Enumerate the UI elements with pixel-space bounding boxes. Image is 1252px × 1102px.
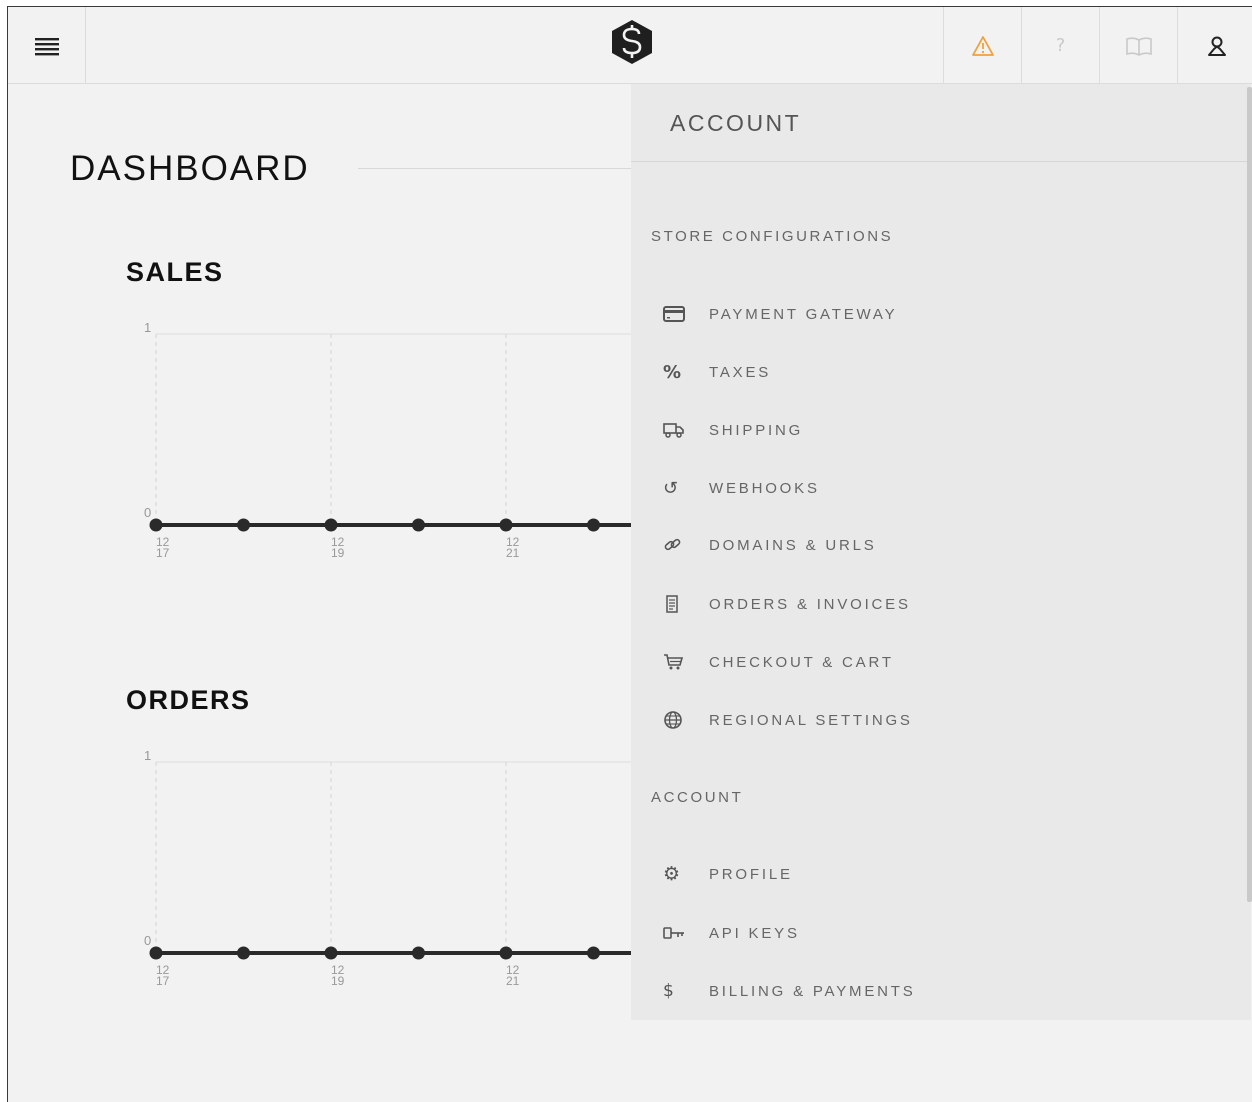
user-icon [1207,36,1226,56]
warning-button[interactable] [943,7,1021,84]
sales-title: SALES [126,257,224,287]
sales-chart: 10121712191221 [144,320,648,557]
page-title: DASHBOARD [70,149,310,188]
cart-icon [664,654,684,670]
orders-title: ORDERS [126,685,251,715]
percent-icon: % [663,361,682,383]
account-panel: ACCOUNT STORE CONFIGURATIONS PAYMENT GAT… [631,84,1251,1020]
menu-item-billing-payments[interactable]: $ BILLING & PAYMENTS [663,975,1163,1007]
menu-item-label: ORDERS & INVOICES [709,595,911,613]
menu-item-webhooks[interactable]: ↺ WEBHOOKS [663,472,1163,504]
y-tick-label: 1 [144,748,151,763]
app-window: ? DASHBOARD SALES 1 0 12 17 12 19 12 21 ORDERS … [7,6,1252,1102]
help-button[interactable]: ? [1021,7,1099,84]
x-tick-label: 19 [331,546,345,557]
data-point [324,518,338,532]
globe-icon [664,711,682,729]
menu-item-label: REGIONAL SETTINGS [709,711,913,729]
account-panel-title: ACCOUNT [670,110,802,136]
orders-chart: 10121712191221 [144,748,648,985]
menu-item-label: API KEYS [709,924,800,942]
book-icon [1125,36,1152,56]
y-tick-label: 0 [144,505,151,520]
dollar-icon: $ [663,981,674,1001]
data-point [324,946,338,960]
data-point [149,518,163,532]
link-icon [664,538,681,551]
top-bar: ? [8,7,1252,84]
data-point [587,518,600,532]
menu-item-api-keys[interactable]: API KEYS [663,917,1163,949]
data-point [587,946,600,960]
menu-item-label: DOMAINS & URLS [709,536,877,554]
cog-icon: ⚙ [663,863,681,885]
data-point [237,518,250,532]
panel-scrollbar[interactable] [1247,87,1252,902]
menu-item-label: SHIPPING [709,421,804,439]
x-tick-label: 17 [156,974,170,985]
x-tick-label: 17 [156,546,170,557]
account-heading: ACCOUNT [651,789,744,806]
menu-item-label: TAXES [709,363,772,381]
hamburger-icon [34,37,59,55]
menu-button[interactable] [8,7,86,84]
y-tick-label: 1 [144,320,151,335]
data-point [412,946,425,960]
docs-button[interactable] [1099,7,1177,84]
x-tick-label: 21 [506,974,520,985]
title-divider [358,168,648,169]
menu-item-payment-gateway[interactable]: PAYMENT GATEWAY [663,298,1163,330]
menu-item-profile[interactable]: ⚙ PROFILE [663,858,1163,890]
data-point [499,946,513,960]
help-icon: ? [1055,35,1066,56]
account-panel-header: ACCOUNT [631,84,1251,162]
menu-item-taxes[interactable]: % TAXES [663,356,1163,388]
warning-icon [971,35,994,56]
menu-item-checkout-cart[interactable]: CHECKOUT & CART [663,646,1163,678]
credit-card-icon [663,306,685,322]
menu-item-shipping[interactable]: SHIPPING [663,414,1163,446]
data-point [149,946,163,960]
data-point [237,946,250,960]
menu-item-label: PROFILE [709,865,793,883]
truck-icon [663,423,684,438]
menu-item-domains-urls[interactable]: DOMAINS & URLS [663,529,1163,561]
user-button[interactable] [1177,7,1252,84]
undo-arrow-icon: ↺ [663,477,679,499]
menu-item-orders-invoices[interactable]: ORDERS & INVOICES [663,588,1163,620]
menu-item-label: WEBHOOKS [709,479,820,497]
store-configurations-heading: STORE CONFIGURATIONS [651,228,894,245]
receipt-icon [666,595,678,613]
data-point [412,518,425,532]
data-point [499,518,513,532]
dollar-hexagon-logo[interactable] [610,19,654,65]
menu-item-label: BILLING & PAYMENTS [709,982,916,1000]
menu-item-regional-settings[interactable]: REGIONAL SETTINGS [663,704,1163,736]
key-icon [663,927,684,939]
menu-item-label: PAYMENT GATEWAY [709,305,898,323]
x-tick-label: 19 [331,974,345,985]
y-tick-label: 0 [144,933,151,948]
x-tick-label: 21 [506,546,520,557]
menu-item-label: CHECKOUT & CART [709,653,894,671]
